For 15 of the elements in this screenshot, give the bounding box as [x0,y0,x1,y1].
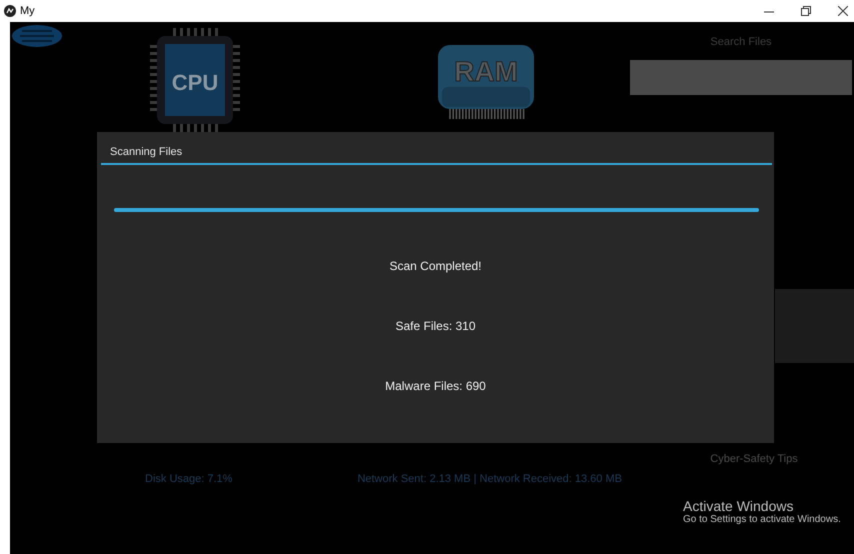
disk-usage-text: Disk Usage: 7.1% [145,473,232,485]
network-stats-text: Network Sent: 2.13 MB | Network Received: 13.60 MB [357,473,622,485]
window-title: My [20,5,35,17]
tips-link[interactable]: Cyber-Safety Tips [654,453,854,465]
result-text: Scan Completed! [389,258,482,274]
activation-text: Go to Settings to activate Windows. [683,514,841,525]
result-text: Malware Files: 690 [385,378,486,394]
restore-icon[interactable] [801,6,811,16]
result-text: Safe Files: 310 [395,318,476,334]
search-label: Search Files [710,36,772,48]
app-icon [4,5,16,17]
search-field[interactable] [630,60,852,95]
activation-title: Activate Windows [683,498,794,514]
close-icon[interactable] [838,6,848,16]
dialog-title: Scanning Files [101,132,772,165]
